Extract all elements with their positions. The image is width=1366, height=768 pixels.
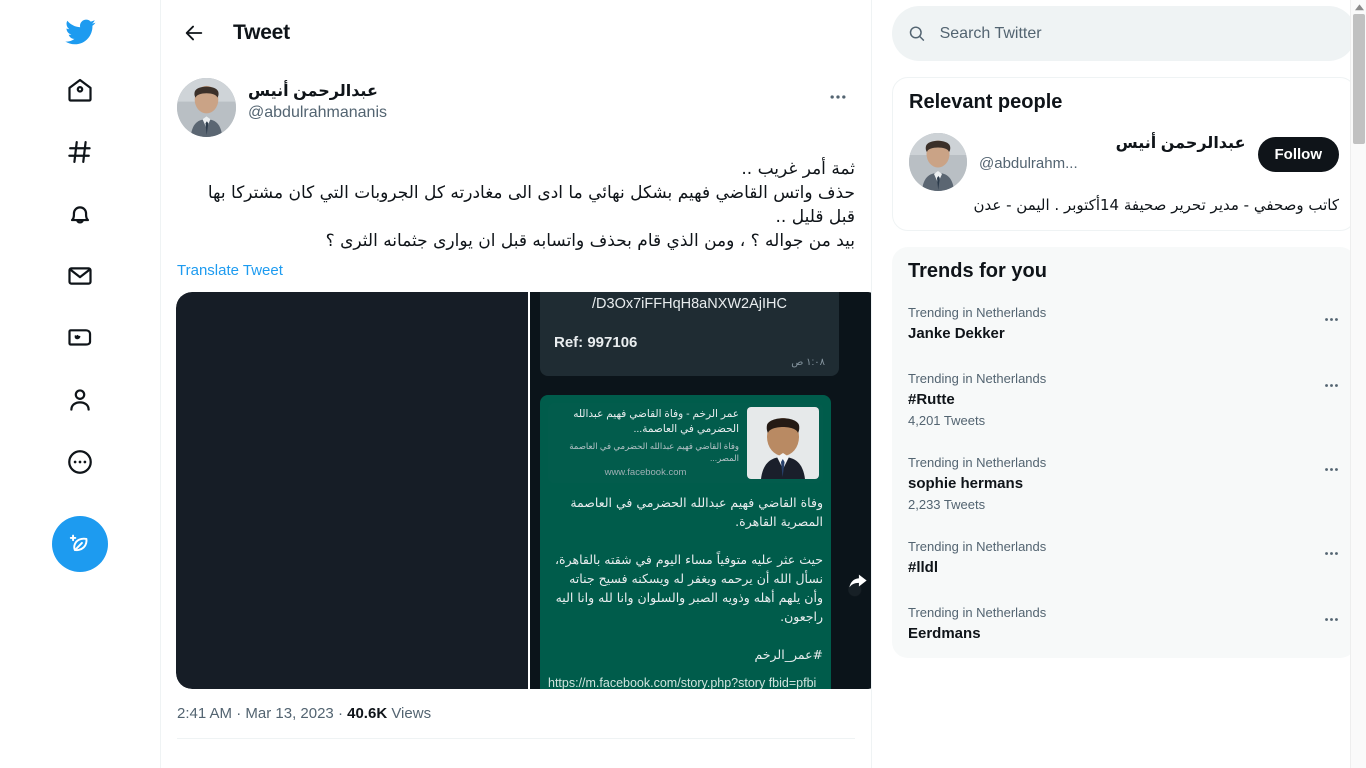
relevant-person-avatar[interactable] — [909, 133, 967, 191]
main-column: Tweet عبدالرحمن أنيس @abdulrahmananis ثم… — [160, 0, 872, 768]
tweet-media-image-1[interactable] — [176, 292, 528, 689]
tweet-media[interactable]: /D3Ox7iFFHqH8aNXW2AjIHC Ref: 997106 ١:٠٨… — [176, 292, 871, 689]
author-handle[interactable]: @abdulrahmananis — [248, 102, 387, 124]
more-circle-icon[interactable] — [54, 436, 106, 488]
search-icon — [909, 26, 925, 41]
more-horizontal-icon — [830, 95, 846, 99]
twitter-app: Tweet عبدالرحمن أنيس @abdulrahmananis ثم… — [0, 0, 1366, 768]
more-horizontal-icon — [1324, 383, 1338, 387]
whatsapp-link-preview: عمر الرخم - وفاة القاضي فهيم عبدالله الح… — [548, 403, 823, 483]
page-title: Tweet — [233, 21, 290, 44]
search-input[interactable] — [939, 24, 1340, 43]
sep-1: · — [232, 705, 246, 722]
trend-name: sophie hermans — [908, 475, 1024, 492]
whatsapp-preview-title: عمر الرخم - وفاة القاضي فهيم عبدالله الح… — [573, 408, 739, 435]
tweet-author-row: عبدالرحمن أنيس @abdulrahmananis — [177, 66, 855, 137]
scrollbar-thumb[interactable] — [1353, 14, 1365, 144]
whatsapp-bubble-incoming: /D3Ox7iFFHqH8aNXW2AjIHC Ref: 997106 ١:٠٨… — [540, 292, 839, 376]
trend-context: Trending in Netherlands — [908, 455, 1047, 470]
tweet-timestamp-views: 2:41 AM · Mar 13, 2023 · 40.6K Views — [177, 705, 855, 738]
right-sidebar: Relevant people عبدالرحمن أنيس @ — [872, 0, 1366, 768]
forward-arrow-icon — [847, 570, 869, 597]
chevron-up-icon — [1354, 3, 1364, 10]
relevant-person-info: عبدالرحمن أنيس @abdulrahm... — [979, 133, 1246, 174]
trend-more-button[interactable] — [1316, 604, 1346, 634]
tweet-more-button[interactable] — [821, 80, 855, 114]
trend-item[interactable]: Trending in Netherlands #lldl — [892, 526, 1356, 592]
home-icon[interactable] — [54, 64, 106, 116]
whatsapp-bubble-outgoing: عمر الرخم - وفاة القاضي فهيم عبدالله الح… — [540, 395, 831, 689]
relevant-people-title: Relevant people — [909, 91, 1063, 113]
whatsapp-preview-thumbnail — [747, 407, 819, 479]
trend-item[interactable]: Trending in Netherlands Janke Dekker — [892, 292, 1356, 358]
author-name[interactable]: عبدالرحمن أنيس — [248, 82, 387, 102]
bell-icon[interactable] — [54, 188, 106, 240]
tweet-views-count: 40.6K — [347, 705, 388, 722]
whatsapp-preview-subtitle: وفاة القاضي فهيم عبدالله الحضرمي في العا… — [569, 441, 739, 463]
trend-item[interactable]: Trending in Netherlands #Rutte 4,201 Twe… — [892, 358, 1356, 442]
trend-context: Trending in Netherlands — [908, 605, 1047, 620]
relevant-person-name[interactable]: عبدالرحمن أنيس — [979, 133, 1246, 154]
tweet-engagement-row — [177, 739, 855, 755]
whatsapp-message-text: وفاة القاضي فهيم عبدالله الحضرمي في العا… — [555, 495, 823, 662]
main-header: Tweet — [161, 0, 871, 66]
trend-name: #Rutte — [908, 391, 955, 408]
relevant-people-card: Relevant people عبدالرحمن أنيس @abdulrah… — [892, 77, 1356, 231]
trend-count: 2,233 Tweets — [908, 497, 986, 512]
trend-more-button[interactable] — [1316, 304, 1346, 334]
left-navigation — [0, 0, 160, 768]
trend-item[interactable]: Trending in Netherlands sophie hermans 2… — [892, 442, 1356, 526]
trend-more-button[interactable] — [1316, 370, 1346, 400]
tweet-text: ثمة أمر غريب .. حذف واتس القاضي فهيم بشك… — [207, 159, 855, 251]
avatar[interactable] — [177, 78, 236, 137]
trend-name: Eerdmans — [908, 625, 981, 642]
trend-name: Janke Dekker — [908, 325, 1005, 342]
whatsapp-link-preview-text: عمر الرخم - وفاة القاضي فهيم عبدالله الح… — [552, 407, 739, 478]
trend-more-button[interactable] — [1316, 538, 1346, 568]
tweet-detail: عبدالرحمن أنيس @abdulrahmananis ثمة أمر … — [161, 66, 871, 755]
trends-title: Trends for you — [908, 260, 1047, 282]
whatsapp-timestamp: ١:٠٨ ص — [791, 357, 825, 368]
translate-tweet-link[interactable]: Translate Tweet — [177, 262, 283, 279]
whatsapp-preview-domain: www.facebook.com — [604, 467, 687, 478]
trend-name: #lldl — [908, 559, 939, 576]
trend-item[interactable]: Trending in Netherlands Eerdmans — [892, 592, 1356, 658]
more-horizontal-icon — [1324, 467, 1338, 471]
person-icon[interactable] — [54, 374, 106, 426]
tweet-time: 2:41 AM — [177, 705, 233, 722]
hashtag-icon[interactable] — [54, 126, 106, 178]
trend-count: 4,201 Tweets — [908, 413, 986, 428]
trend-context: Trending in Netherlands — [908, 305, 1047, 320]
follow-button[interactable]: Follow — [1257, 137, 1339, 172]
whatsapp-message-link: https://m.facebook.com/story.php?story f… — [548, 676, 817, 689]
trends-card: Trends for you Trending in Netherlands J… — [892, 247, 1356, 658]
more-horizontal-icon — [1324, 317, 1338, 321]
tweet-date: Mar 13, 2023 — [245, 705, 334, 722]
tweet-views-label: Views — [387, 705, 432, 722]
twitter-logo-icon[interactable] — [54, 6, 106, 58]
tweet-media-image-2[interactable]: /D3Ox7iFFHqH8aNXW2AjIHC Ref: 997106 ١:٠٨… — [530, 292, 871, 689]
search-bar[interactable] — [892, 6, 1356, 61]
twitter-blue-icon[interactable] — [54, 312, 106, 364]
relevant-person-bio: كاتب وصحفي - مدير تحرير صحيفة 14أكتوبر .… — [973, 196, 1340, 214]
trend-more-button[interactable] — [1316, 454, 1346, 484]
more-horizontal-icon — [1324, 551, 1338, 555]
envelope-icon[interactable] — [54, 250, 106, 302]
arrow-left-icon — [185, 25, 203, 41]
compose-feather-icon — [69, 534, 88, 552]
trend-context: Trending in Netherlands — [908, 539, 1047, 554]
relevant-person-row[interactable]: عبدالرحمن أنيس @abdulrahm... Follow — [893, 123, 1355, 195]
compose-tweet-button[interactable] — [52, 516, 108, 572]
whatsapp-ref-text: Ref: 997106 — [554, 334, 638, 351]
more-horizontal-icon — [1324, 617, 1338, 621]
page-scrollbar[interactable] — [1350, 0, 1366, 768]
sep-2: · — [333, 705, 348, 722]
trend-context: Trending in Netherlands — [908, 371, 1047, 386]
author-meta: عبدالرحمن أنيس @abdulrahmananis — [248, 78, 387, 124]
whatsapp-url-text: /D3Ox7iFFHqH8aNXW2AjIHC — [592, 296, 787, 312]
scrollbar-up-arrow[interactable] — [1351, 0, 1366, 14]
relevant-person-handle[interactable]: @abdulrahm... — [979, 154, 1246, 174]
back-button[interactable] — [177, 16, 211, 50]
